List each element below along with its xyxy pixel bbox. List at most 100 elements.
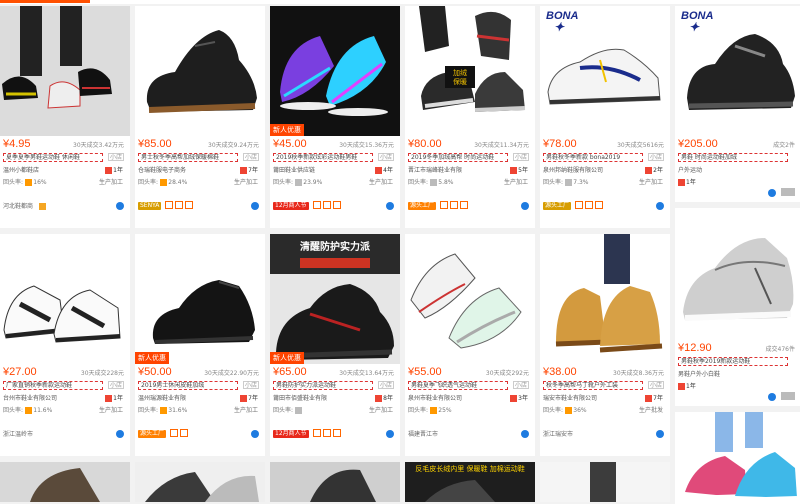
product-title[interactable]: 男鞋秋季2019新款运动鞋 — [678, 357, 788, 366]
sales-volume: 成交476件 — [765, 346, 795, 353]
product-card[interactable]: BONA ✦ ¥78.00 30天成交5616元 男鞋秋冬季新款 bona2019 小… — [540, 6, 670, 228]
brand-badge[interactable]: SENYA — [138, 202, 162, 210]
shop-name[interactable]: 男鞋户外小白鞋 — [678, 371, 720, 378]
product-image[interactable] — [270, 462, 400, 502]
sales-volume: 30天成交11.34万元 — [474, 142, 529, 149]
product-card[interactable]: BONA ✦ ¥205.00 成交2件 男鞋 时尚运动鞋加绒 户外运动 1年 — [675, 6, 800, 202]
product-card[interactable]: ¥55.00 30天成交292元 男鞋夏季飞织透气运动鞋 小店 泉州市鞋业有限公司 3… — [405, 234, 535, 456]
product-image[interactable] — [0, 234, 130, 364]
repurchase-label: 回头率: — [138, 407, 159, 414]
promo-badge[interactable]: 12月商人节 — [273, 202, 309, 210]
shop-name[interactable]: 莆田鞋业供应链 — [273, 167, 315, 174]
product-card[interactable]: 加绒 保暖 ¥80.00 30天成交11.34万元 2019冬季加绒高帮 时尚运动… — [405, 6, 535, 228]
product-image[interactable] — [675, 208, 800, 340]
product-title[interactable]: 厂家直销秋季新款运动鞋 — [3, 381, 103, 390]
product-card[interactable] — [135, 462, 265, 502]
shop-name[interactable]: 温州瑞源鞋业有限 — [138, 395, 186, 402]
shop-name[interactable]: 泉州邦纳鞋服有限公司 — [543, 167, 603, 174]
repurchase-rate: 25% — [438, 407, 452, 414]
product-image[interactable]: 反毛皮长绒内里 保暖鞋 加棉运动鞋 — [405, 462, 535, 502]
product-image[interactable] — [135, 462, 265, 502]
shop-name[interactable]: 泉州市鞋业有限公司 — [408, 395, 462, 402]
shop-name[interactable]: 仓瑞鞋服电子商务 — [138, 167, 186, 174]
product-title[interactable]: 男鞋夏季飞织透气运动鞋 — [408, 381, 508, 390]
business-type: 生产加工 — [368, 179, 393, 186]
product-title[interactable]: 夏季夏季男鞋运动鞋 休闲鞋 — [3, 153, 103, 162]
service-icons — [165, 201, 195, 209]
chat-icon[interactable] — [521, 430, 529, 438]
product-title[interactable]: 男鞋 时尚运动鞋加绒 — [678, 153, 788, 162]
product-card[interactable] — [0, 462, 130, 502]
product-title[interactable]: 男鞋秋冬季新款 bona2019 — [543, 153, 643, 162]
product-image[interactable]: 加绒 保暖 — [405, 6, 535, 136]
product-image[interactable] — [540, 462, 670, 502]
product-card[interactable]: ¥12.90 成交476件 男鞋秋季2019新款运动鞋 男鞋户外小白鞋 1年 — [675, 208, 800, 406]
product-title[interactable]: 男鞋防护实力派运动鞋 — [273, 381, 373, 390]
factory-badge[interactable]: 源头工厂 — [408, 202, 437, 210]
chat-icon[interactable] — [386, 202, 394, 210]
promo-badge[interactable]: 12月商人节 — [273, 430, 309, 438]
chat-icon[interactable] — [116, 202, 124, 210]
chat-icon[interactable] — [656, 202, 664, 210]
product-card[interactable]: 新人优惠 ¥45.00 30天成交15.36万元 2019秋季新款炫彩运动鞋男鞋小… — [270, 6, 400, 228]
person-icon — [25, 406, 33, 414]
price: ¥55.00 — [408, 366, 442, 378]
shop-years: 1年 — [686, 179, 696, 186]
product-card[interactable] — [540, 462, 670, 502]
repurchase-rate: 16% — [33, 179, 47, 186]
shop-name[interactable]: 户外运动 — [678, 167, 702, 174]
product-image[interactable] — [0, 462, 130, 502]
shop-icon — [375, 166, 383, 174]
repurchase-label: 回头率: — [408, 407, 429, 414]
chat-icon[interactable] — [521, 202, 529, 210]
person-icon — [295, 178, 303, 186]
person-icon — [430, 178, 438, 186]
product-image[interactable]: BONA ✦ — [675, 6, 800, 136]
shop-name[interactable]: 台州市鞋业有限公司 — [3, 395, 57, 402]
product-title[interactable]: 2019冬季加绒高帮 时尚运动鞋 — [408, 153, 508, 162]
product-card[interactable]: ¥4.95 30天成交3.42万元 夏季夏季男鞋运动鞋 休闲鞋 小店 温州小都鞋店 1… — [0, 6, 130, 228]
product-title[interactable]: 秋冬季高帮马丁靴户外工装 — [543, 381, 643, 390]
chat-icon[interactable] — [251, 202, 259, 210]
shop-name[interactable]: 晋江市瑞峰鞋业有限 — [408, 167, 462, 174]
chat-icon[interactable] — [116, 430, 124, 438]
factory-badge[interactable]: 源头工厂 — [543, 202, 572, 210]
product-card[interactable]: ¥85.00 30天成交9.24万元 男士秋冬季高帮加绒保暖棉鞋 小店 仓瑞鞋服电子… — [135, 6, 265, 228]
chat-icon[interactable] — [768, 393, 776, 401]
product-card[interactable]: ¥38.00 30天成交8.36万元 秋冬季高帮马丁靴户外工装 小店 瑞安市鞋业有限… — [540, 234, 670, 456]
shop-icon — [645, 394, 653, 402]
shop-years: 7年 — [248, 395, 258, 402]
shop-icon — [645, 166, 653, 174]
product-title[interactable]: 2019男士休闲皮鞋加绒 — [138, 381, 238, 390]
product-title[interactable]: 2019秋季新款炫彩运动鞋男鞋 — [273, 153, 373, 162]
product-card[interactable]: 清醒防护实力派 新人优惠 ¥65.00 30天成交13.64万元 男鞋防护实力派运… — [270, 234, 400, 456]
sales-volume: 30天成交13.64万元 — [339, 370, 394, 377]
product-title[interactable]: 男士秋冬季高帮加绒保暖棉鞋 — [138, 153, 238, 162]
shop-name[interactable]: 温州小都鞋店 — [3, 167, 39, 174]
product-image[interactable] — [135, 6, 265, 136]
product-image[interactable] — [405, 234, 535, 364]
shop-years: 4年 — [383, 167, 393, 174]
shop-years: 1年 — [113, 395, 123, 402]
product-image[interactable]: 新人优惠 — [135, 234, 265, 364]
person-icon — [430, 406, 438, 414]
product-image[interactable]: 新人优惠 — [270, 6, 400, 136]
chat-icon[interactable] — [656, 430, 664, 438]
product-image[interactable]: BONA ✦ — [540, 6, 670, 136]
product-card[interactable] — [675, 412, 800, 504]
factory-badge[interactable]: 源头工厂 — [138, 430, 167, 438]
product-image[interactable]: 清醒防护实力派 新人优惠 — [270, 234, 400, 364]
shop-name[interactable]: 莆田市佰盛鞋业有限 — [273, 395, 327, 402]
repurchase-label: 回头率: — [543, 407, 564, 414]
product-card[interactable]: 新人优惠 ¥50.00 30天成交22.90万元 2019男士休闲皮鞋加绒 小店 温… — [135, 234, 265, 456]
shop-name[interactable]: 瑞安市鞋业有限公司 — [543, 395, 597, 402]
product-card[interactable] — [270, 462, 400, 502]
product-image[interactable] — [0, 6, 130, 136]
product-image[interactable] — [675, 412, 800, 504]
product-image[interactable] — [540, 234, 670, 364]
chat-icon[interactable] — [251, 430, 259, 438]
chat-icon[interactable] — [768, 189, 776, 197]
product-card[interactable]: ¥27.00 30天成交228元 厂家直销秋季新款运动鞋 小店 台州市鞋业有限公司 1… — [0, 234, 130, 456]
product-card[interactable]: 反毛皮长绒内里 保暖鞋 加棉运动鞋 — [405, 462, 535, 502]
chat-icon[interactable] — [386, 430, 394, 438]
